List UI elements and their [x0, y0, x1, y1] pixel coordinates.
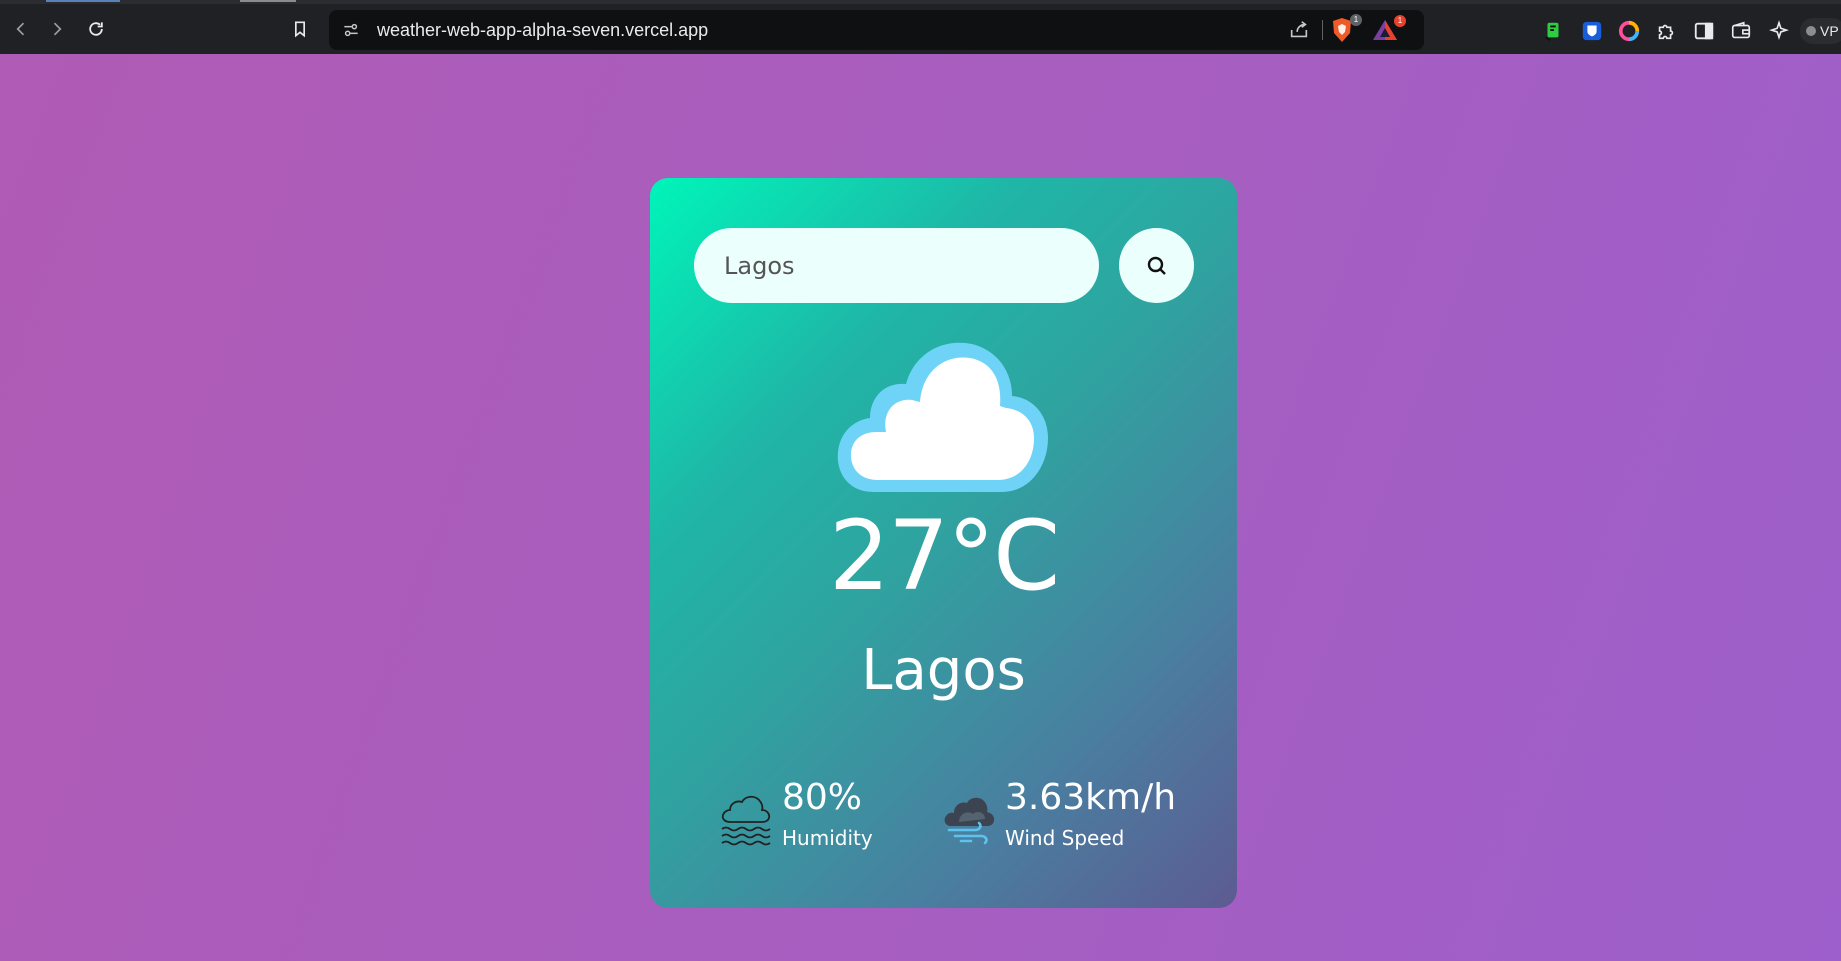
humidity-stat: 80% Humidity	[718, 780, 873, 850]
tab-indicator	[240, 0, 296, 2]
brave-shield-icon[interactable]: 1	[1330, 14, 1362, 43]
weather-card: 27°C Lagos 80% Humidity 3.63km/h Wind Sp…	[650, 178, 1237, 908]
vpn-label: VP	[1820, 23, 1839, 39]
cloud-icon	[837, 342, 1048, 492]
search-icon	[1147, 256, 1166, 275]
share-icon[interactable]	[1288, 19, 1310, 41]
address-divider	[1322, 20, 1323, 40]
wind-icon	[944, 797, 995, 845]
puzzle-icon[interactable]	[1654, 19, 1678, 43]
humidity-label: Humidity	[782, 826, 873, 850]
browser-toolbar: weather-web-app-alpha-seven.vercel.app 1…	[0, 0, 1841, 54]
tab-indicator	[46, 0, 120, 2]
reload-icon[interactable]	[79, 12, 113, 46]
address-bar[interactable]: weather-web-app-alpha-seven.vercel.app 1…	[329, 10, 1424, 50]
site-settings-icon[interactable]	[341, 20, 361, 40]
rewards-badge: 1	[1394, 15, 1406, 27]
wind-speed-value: 3.63km/h	[1005, 777, 1177, 818]
wallet-icon[interactable]	[1729, 19, 1753, 43]
search-button[interactable]	[1119, 228, 1194, 303]
vpn-button[interactable]: VP	[1800, 18, 1841, 44]
url-text[interactable]: weather-web-app-alpha-seven.vercel.app	[377, 20, 708, 41]
extension-icon[interactable]	[1541, 19, 1565, 43]
shield-badge: 1	[1350, 14, 1362, 26]
bitwarden-icon[interactable]	[1580, 19, 1604, 43]
city-search-input[interactable]	[694, 228, 1099, 303]
wind-speed-label: Wind Speed	[1005, 826, 1125, 850]
city-name: Lagos	[861, 638, 1026, 703]
vpn-status-icon	[1806, 26, 1816, 36]
sidebar-icon[interactable]	[1692, 19, 1716, 43]
humidity-value: 80%	[782, 777, 863, 818]
leo-ai-icon[interactable]	[1767, 19, 1791, 43]
bookmark-icon[interactable]	[283, 12, 317, 46]
wind-stat: 3.63km/h Wind Speed	[941, 780, 1176, 850]
color-ring-icon[interactable]	[1617, 19, 1641, 43]
back-icon[interactable]	[4, 12, 38, 46]
brave-rewards-icon[interactable]: 1	[1372, 15, 1406, 42]
temperature: 27°C	[828, 500, 1060, 612]
humidity-icon	[721, 795, 771, 846]
forward-icon[interactable]	[40, 12, 74, 46]
